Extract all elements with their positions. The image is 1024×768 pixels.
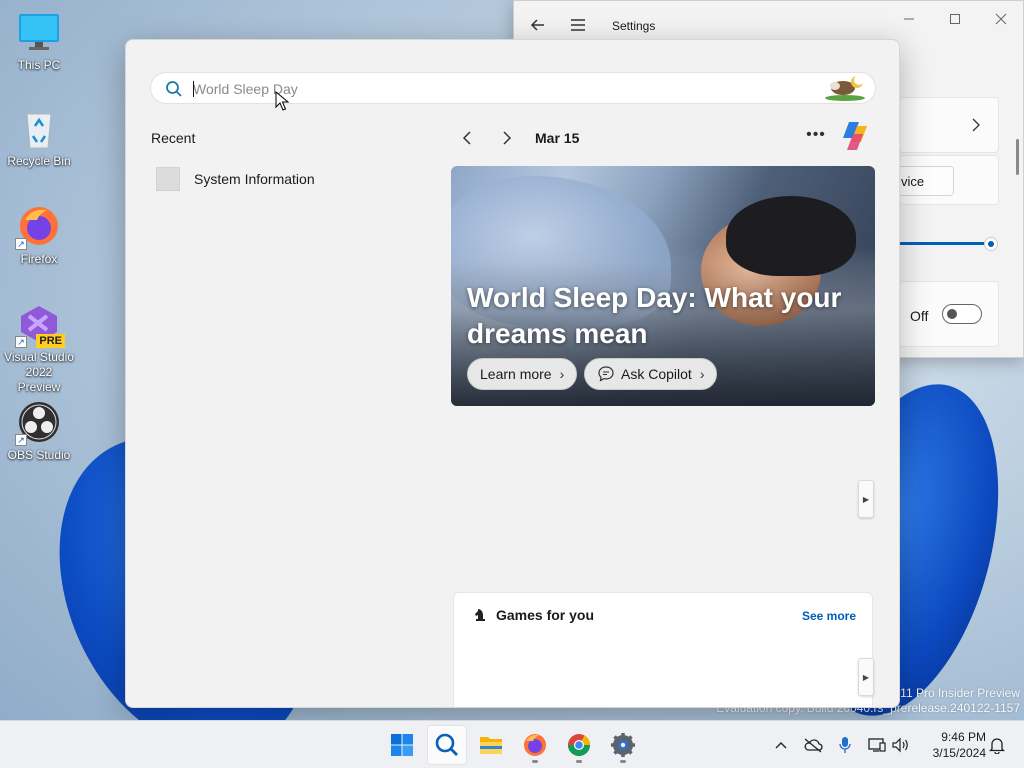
preview-badge: PRE bbox=[36, 334, 65, 348]
next-button[interactable] bbox=[495, 126, 519, 150]
show-hidden-icons-chevron-icon[interactable] bbox=[769, 733, 793, 757]
text-caret bbox=[193, 81, 194, 97]
chess-knight-icon bbox=[472, 607, 488, 623]
search-taskbar-button[interactable] bbox=[427, 725, 467, 765]
firefox-icon bbox=[524, 734, 546, 756]
start-icon bbox=[391, 734, 413, 756]
settings-taskbar-button[interactable] bbox=[603, 725, 643, 765]
hamburger-menu-icon[interactable] bbox=[568, 15, 588, 35]
desktop-icon-visual-studio[interactable]: PRE ↗ Visual Studio 2022 Preview bbox=[4, 302, 74, 395]
scrollbar[interactable] bbox=[1016, 139, 1019, 175]
shortcut-arrow-icon: ↗ bbox=[15, 434, 27, 446]
scroll-right-button[interactable]: ▶ bbox=[858, 480, 874, 518]
ask-copilot-button[interactable]: Ask Copilot › bbox=[584, 358, 718, 390]
network-icon[interactable] bbox=[865, 733, 889, 757]
games-card[interactable]: Games for you See more bbox=[453, 592, 873, 707]
search-highlight-doodle-icon[interactable] bbox=[823, 74, 869, 102]
desktop-icon-label: This PC bbox=[17, 58, 61, 72]
desktop-icon-obs-studio[interactable]: ↗ OBS Studio bbox=[4, 400, 74, 463]
search-box[interactable] bbox=[150, 72, 876, 104]
recent-item-label: System Information bbox=[194, 171, 315, 187]
learn-more-button[interactable]: Learn more › bbox=[467, 358, 578, 390]
desktop-icon-label: Recycle Bin bbox=[7, 154, 71, 168]
volume-slider-track[interactable] bbox=[899, 242, 989, 245]
hero-card[interactable]: World Sleep Day: What your dreams mean L… bbox=[451, 166, 875, 406]
start-button[interactable] bbox=[382, 725, 422, 765]
ask-copilot-label: Ask Copilot bbox=[621, 366, 692, 382]
clock-time: 9:46 PM bbox=[941, 730, 986, 744]
minimize-button[interactable] bbox=[886, 7, 932, 31]
system-clock[interactable]: 9:46 PM 3/15/2024 bbox=[920, 729, 986, 761]
settings-title: Settings bbox=[612, 19, 656, 33]
search-panel: Recent System Information Mar 15 ••• Wor… bbox=[125, 39, 900, 708]
clock-date: 3/15/2024 bbox=[932, 746, 986, 760]
scroll-right-button[interactable]: ▶ bbox=[858, 658, 874, 696]
volume-slider-thumb[interactable] bbox=[984, 237, 998, 251]
date-label: Mar 15 bbox=[535, 130, 580, 146]
monitor-icon bbox=[17, 10, 61, 54]
back-arrow-icon[interactable] bbox=[528, 15, 548, 35]
app-placeholder-icon bbox=[156, 167, 180, 191]
desktop-icon-label: OBS Studio bbox=[7, 448, 71, 462]
mouse-cursor-icon bbox=[275, 90, 290, 111]
desktop-icon-label: Firefox bbox=[20, 252, 58, 266]
maximize-button[interactable] bbox=[932, 7, 978, 31]
recycle-bin-icon bbox=[17, 106, 61, 150]
search-icon bbox=[435, 733, 458, 756]
close-button[interactable] bbox=[978, 7, 1024, 31]
microphone-icon[interactable] bbox=[833, 733, 857, 757]
chrome-icon bbox=[568, 734, 590, 756]
chrome-taskbar-button[interactable] bbox=[559, 725, 599, 765]
desktop-icon-this-pc[interactable]: This PC bbox=[4, 10, 74, 73]
settings-icon bbox=[611, 733, 635, 757]
running-indicator bbox=[576, 760, 582, 763]
desktop-icon-firefox[interactable]: ↗ Firefox bbox=[4, 204, 74, 267]
learn-more-label: Learn more bbox=[480, 366, 552, 382]
desktop-icon-label: Visual Studio 2022 Preview bbox=[4, 350, 74, 394]
taskbar: 9:46 PM 3/15/2024 bbox=[0, 720, 1024, 768]
settings-card: Off bbox=[899, 281, 999, 347]
recent-heading: Recent bbox=[151, 130, 196, 146]
onedrive-offline-icon[interactable] bbox=[801, 733, 825, 757]
shortcut-arrow-icon: ↗ bbox=[15, 238, 27, 250]
chevron-left-icon bbox=[462, 131, 471, 145]
device-button[interactable]: vice bbox=[896, 166, 954, 196]
search-icon bbox=[165, 80, 183, 98]
shortcut-arrow-icon: ↗ bbox=[15, 336, 27, 348]
hero-title[interactable]: World Sleep Day: What your dreams mean bbox=[467, 280, 847, 352]
file-explorer-icon bbox=[480, 737, 502, 754]
running-indicator bbox=[620, 760, 626, 763]
settings-card[interactable] bbox=[899, 97, 999, 153]
chevron-right-icon bbox=[503, 131, 512, 145]
previous-button[interactable] bbox=[455, 126, 479, 150]
firefox-taskbar-button[interactable] bbox=[515, 725, 555, 765]
games-heading: Games for you bbox=[496, 607, 595, 623]
chevron-right-icon: › bbox=[559, 366, 565, 382]
chevron-right-icon: › bbox=[699, 366, 705, 382]
volume-icon[interactable] bbox=[889, 733, 913, 757]
recent-item-system-information[interactable]: System Information bbox=[156, 164, 315, 194]
copilot-icon[interactable] bbox=[839, 120, 871, 152]
settings-card: vice bbox=[896, 155, 999, 205]
file-explorer-button[interactable] bbox=[471, 725, 511, 765]
toggle-label: Off bbox=[910, 308, 929, 324]
more-options-icon[interactable]: ••• bbox=[804, 126, 828, 148]
notification-bell-icon[interactable] bbox=[985, 733, 1009, 757]
chevron-right-icon bbox=[972, 118, 980, 132]
desktop-icon-recycle-bin[interactable]: Recycle Bin bbox=[4, 106, 74, 169]
chat-bubble-icon bbox=[598, 366, 614, 382]
visual-studio-icon: PRE ↗ bbox=[15, 302, 65, 348]
see-more-link[interactable]: See more bbox=[802, 609, 856, 623]
obs-icon: ↗ bbox=[15, 400, 61, 446]
toggle-switch[interactable] bbox=[942, 304, 982, 324]
running-indicator bbox=[532, 760, 538, 763]
firefox-icon: ↗ bbox=[15, 204, 61, 250]
